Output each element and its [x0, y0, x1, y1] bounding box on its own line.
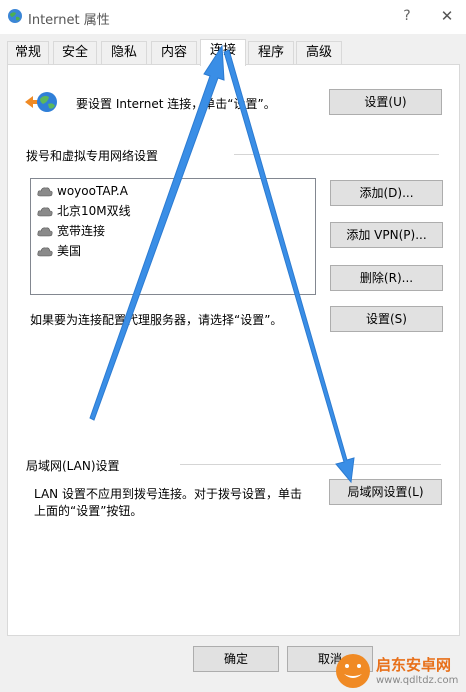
connection-name: 美国	[57, 244, 82, 258]
internet-setup-icon	[25, 92, 57, 112]
tab-content[interactable]: 内容	[151, 41, 197, 64]
lan-heading: 局域网(LAN)设置	[26, 459, 120, 473]
connection-name: 宽带连接	[57, 224, 106, 238]
watermark-brand: 启东安卓网	[376, 656, 452, 674]
connections-list[interactable]: woyooTAP.A 北京10M双线 宽带连接 美国	[30, 178, 316, 295]
list-item[interactable]: 北京10M双线	[37, 202, 187, 220]
proxy-text: 如果要为连接配置代理服务器，请选择“设置”。	[30, 313, 283, 327]
setup-text: 要设置 Internet 连接，单击“设置”。	[76, 97, 276, 111]
watermark-url: www.qdltdz.com	[376, 675, 459, 686]
help-button[interactable]: ?	[397, 6, 417, 26]
watermark: 启东安卓网 www.qdltdz.com	[334, 648, 466, 692]
connection-icon	[37, 207, 53, 217]
tab-programs[interactable]: 程序	[248, 41, 294, 64]
watermark-logo-icon	[336, 654, 370, 688]
tab-security[interactable]: 安全	[53, 41, 97, 64]
setup-button[interactable]: 设置(U)	[329, 89, 442, 115]
close-button[interactable]: ✕	[436, 5, 458, 27]
tab-advanced[interactable]: 高级	[296, 41, 342, 64]
lan-settings-button[interactable]: 局域网设置(L)	[329, 479, 442, 505]
list-item[interactable]: 宽带连接	[37, 222, 187, 240]
lan-separator	[180, 464, 441, 465]
list-item[interactable]: woyooTAP.A	[37, 182, 187, 200]
lan-text-line1: LAN 设置不应用到拨号连接。对于拨号设置，单击	[34, 487, 302, 501]
dialup-separator	[234, 154, 439, 155]
connection-name: woyooTAP.A	[57, 184, 128, 198]
title-bar: Internet 属性 ? ✕	[0, 0, 466, 34]
tab-privacy[interactable]: 隐私	[101, 41, 147, 64]
remove-button[interactable]: 删除(R)...	[330, 265, 443, 291]
connection-icon	[37, 247, 53, 257]
connections-panel: 要设置 Internet 连接，单击“设置”。 设置(U) 拨号和虚拟专用网络设…	[7, 64, 460, 636]
list-item[interactable]: 美国	[37, 242, 187, 260]
connection-icon	[37, 187, 53, 197]
connection-name: 北京10M双线	[57, 204, 131, 218]
add-vpn-button[interactable]: 添加 VPN(P)...	[330, 222, 443, 248]
dialup-heading: 拨号和虚拟专用网络设置	[26, 149, 159, 163]
window-title: Internet 属性	[28, 13, 110, 28]
tab-connections[interactable]: 连接	[200, 39, 246, 66]
connection-icon	[37, 227, 53, 237]
lan-text-line2: 上面的“设置”按钮。	[34, 504, 143, 518]
tab-general[interactable]: 常规	[7, 41, 49, 64]
ok-button[interactable]: 确定	[193, 646, 279, 672]
globe-icon	[8, 9, 22, 23]
dialup-settings-button[interactable]: 设置(S)	[330, 306, 443, 332]
add-button[interactable]: 添加(D)...	[330, 180, 443, 206]
